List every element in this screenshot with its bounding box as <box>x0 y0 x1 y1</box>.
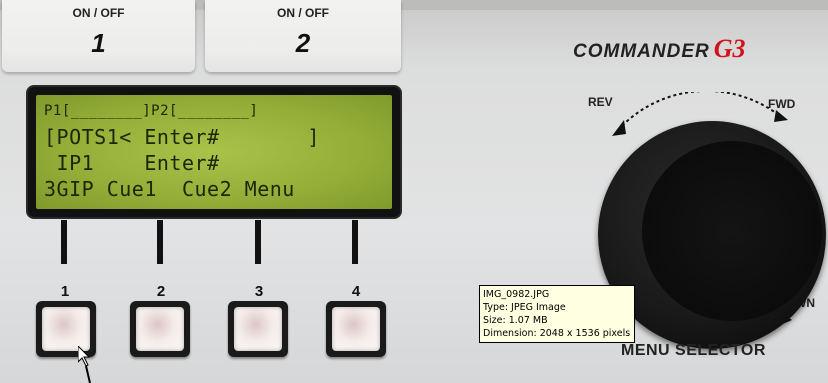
soft-key-indicator-1 <box>61 220 67 264</box>
brand-name: COMMANDER <box>573 41 710 62</box>
tooltip-filename: IMG_0982.JPG <box>483 289 550 300</box>
brand-model: G3 <box>713 34 746 63</box>
tooltip-size: Size: 1.07 MB <box>483 315 548 326</box>
button-face <box>42 307 90 351</box>
soft-key-number-3: 3 <box>254 283 264 300</box>
key-number: 2 <box>295 28 311 58</box>
soft-key-indicator-4 <box>352 220 358 264</box>
tooltip-type: Type: JPEG Image <box>483 302 566 313</box>
on-off-key-1[interactable]: ON / OFF 1 <box>2 0 195 72</box>
cw-arrowhead-icon <box>774 110 788 122</box>
lcd-screen: P1[________]P2[________] [POTS1< Enter# … <box>36 95 392 209</box>
button-face <box>136 307 184 351</box>
ccw-arrowhead-icon <box>612 120 626 136</box>
on-off-label: ON / OFF <box>72 6 125 20</box>
soft-key-button-2[interactable] <box>130 301 190 357</box>
file-info-tooltip: IMG_0982.JPG Type: JPEG Image Size: 1.07… <box>479 285 635 343</box>
tooltip-dimension: Dimension: 2048 x 1536 pixels <box>483 328 631 339</box>
lcd-line-1: P1[________]P2[________] <box>44 103 259 119</box>
knob-cap <box>642 141 822 321</box>
soft-key-button-3[interactable] <box>228 301 288 357</box>
soft-key-button-4[interactable] <box>326 301 386 357</box>
menu-selector-label: MENU SELECTOR <box>621 342 766 359</box>
lcd-line-4: 3GIP Cue1 Cue2 Menu <box>44 177 295 201</box>
lcd-line-3: IP1 Enter# <box>44 151 220 175</box>
on-off-key-2[interactable]: ON / OFF 2 <box>205 0 401 72</box>
lcd-line-2: [POTS1< Enter# ] <box>44 125 320 149</box>
soft-key-number-2: 2 <box>156 283 166 300</box>
soft-key-indicator-2 <box>157 220 163 264</box>
soft-key-number-1: 1 <box>60 283 70 300</box>
soft-key-indicator-3 <box>255 220 261 264</box>
arrow-pointer-icon <box>78 346 91 383</box>
on-off-label: ON / OFF <box>277 6 329 20</box>
button-face <box>234 307 282 351</box>
soft-key-number-4: 4 <box>351 283 361 300</box>
key-number: 1 <box>91 28 106 58</box>
brand-logo: COMMANDER G3 <box>573 34 746 64</box>
button-face <box>332 307 380 351</box>
lcd-display: P1[________]P2[________] [POTS1< Enter# … <box>28 87 400 217</box>
